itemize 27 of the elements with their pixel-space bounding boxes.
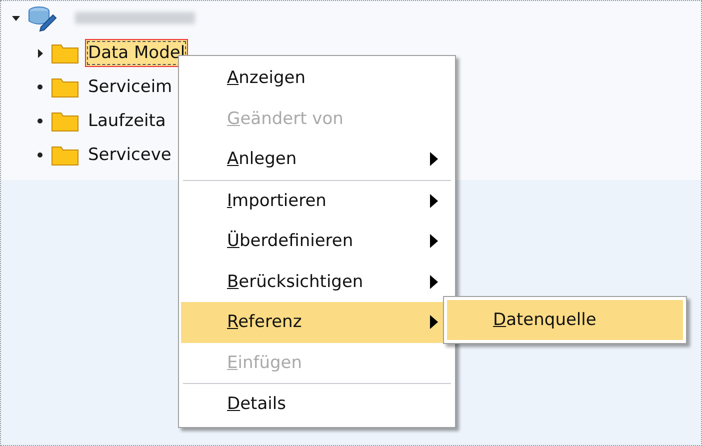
tree-item[interactable]: Laufzeita	[85, 107, 169, 135]
tree-item[interactable]: Data Model	[85, 39, 188, 67]
submenu-arrow-icon	[430, 315, 438, 329]
menu-item[interactable]: Details	[181, 384, 453, 424]
bullet-icon	[37, 118, 43, 124]
submenu-arrow-icon	[430, 152, 438, 166]
collapse-icon[interactable]	[11, 13, 21, 23]
bullet-icon	[37, 84, 43, 90]
submenu-arrow-icon	[430, 194, 438, 208]
submenu-arrow-icon	[430, 234, 438, 248]
expand-icon[interactable]	[36, 48, 44, 58]
menu-item[interactable]: Importieren	[181, 180, 453, 221]
menu-item[interactable]: Berücksichtigen	[181, 262, 453, 302]
menu-item: Einfügen	[226, 352, 304, 375]
folder-icon	[51, 42, 79, 64]
folder-icon	[51, 76, 79, 98]
bullet-icon	[37, 152, 43, 158]
menu-item[interactable]: Überdefinieren	[181, 221, 453, 262]
folder-icon	[51, 144, 79, 166]
tree-item[interactable]: Serviceve	[85, 141, 174, 169]
menu-item[interactable]: Datenquelle	[447, 300, 683, 340]
menu-item[interactable]: Anlegen	[181, 139, 453, 180]
database-icon	[27, 4, 57, 32]
submenu-arrow-icon	[430, 274, 438, 288]
folder-icon	[51, 110, 79, 132]
menu-item: Geändert von	[226, 108, 344, 131]
tree-item[interactable]: Serviceim	[85, 73, 176, 101]
